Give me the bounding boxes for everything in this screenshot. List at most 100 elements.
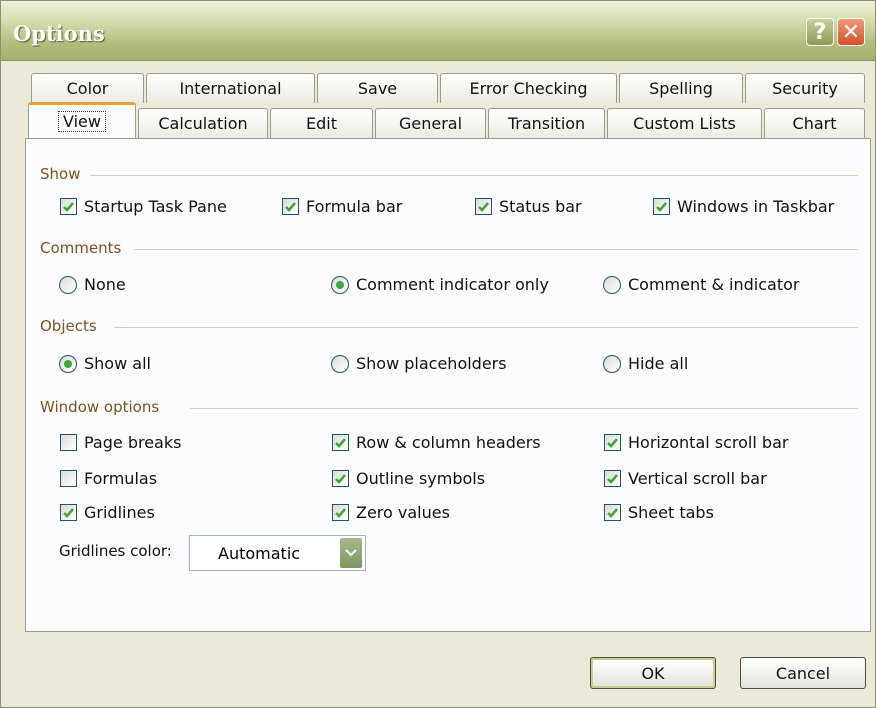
tab-label: Calculation	[158, 114, 248, 133]
section-objects-title: Objects	[40, 317, 97, 335]
checkbox-box	[332, 504, 349, 521]
close-button[interactable]: ✕	[837, 18, 865, 46]
checkbox-outline-symbols[interactable]: Outline symbols	[332, 469, 485, 488]
tab-label: Color	[66, 79, 109, 98]
radio-hide-all[interactable]: Hide all	[603, 354, 688, 373]
radio-circle	[603, 275, 621, 294]
checkbox-label: Page breaks	[84, 433, 182, 452]
tab-view[interactable]: View	[28, 102, 136, 138]
checkmark-icon	[285, 202, 296, 212]
tab-save[interactable]: Save	[317, 73, 438, 103]
tab-international[interactable]: International	[146, 73, 315, 103]
section-divider	[114, 327, 858, 328]
tab-edit[interactable]: Edit	[270, 108, 373, 138]
radio-label: Comment & indicator	[628, 275, 800, 294]
tab-security[interactable]: Security	[745, 73, 865, 103]
checkbox-sheet-tabs[interactable]: Sheet tabs	[604, 503, 714, 522]
checkbox-box	[60, 198, 77, 215]
radio-label: Comment indicator only	[356, 275, 549, 294]
tab-error-checking[interactable]: Error Checking	[440, 73, 617, 103]
radio-label: Show placeholders	[356, 354, 507, 373]
checkbox-box	[604, 434, 621, 451]
checkbox-box	[475, 198, 492, 215]
checkmark-icon	[607, 474, 618, 484]
tab-spelling[interactable]: Spelling	[619, 73, 743, 103]
section-divider	[190, 408, 858, 409]
title-bar[interactable]: Options ? ✕	[1, 1, 875, 61]
radio-dot-icon	[64, 359, 72, 368]
checkmark-icon	[63, 508, 74, 518]
checkbox-box	[604, 470, 621, 487]
radio-comment-indicator-only[interactable]: Comment indicator only	[331, 275, 549, 294]
checkbox-status-bar[interactable]: Status bar	[475, 197, 582, 216]
checkbox-label: Outline symbols	[356, 469, 486, 488]
gridlines-color-select[interactable]: Automatic	[189, 535, 366, 571]
tab-label: International	[179, 79, 282, 98]
tab-general[interactable]: General	[375, 108, 486, 138]
help-button[interactable]: ?	[806, 18, 834, 46]
radio-show-placeholders[interactable]: Show placeholders	[331, 354, 507, 373]
checkbox-box	[653, 198, 670, 215]
tab-transition[interactable]: Transition	[488, 108, 605, 138]
radio-label: Show all	[84, 354, 151, 373]
checkmark-icon	[335, 438, 346, 448]
checkbox-box	[332, 470, 349, 487]
checkbox-box	[604, 504, 621, 521]
radio-comment-and-indicator[interactable]: Comment & indicator	[603, 275, 799, 294]
tab-label: Save	[357, 79, 398, 98]
checkbox-label: Sheet tabs	[628, 503, 714, 522]
checkmark-icon	[63, 202, 74, 212]
checkmark-icon	[607, 508, 618, 518]
view-panel: Show Startup Task Pane Formula bar Statu…	[25, 138, 871, 632]
checkbox-windows-in-taskbar[interactable]: Windows in Taskbar	[653, 197, 834, 216]
options-dialog: Options ? ✕ Color International Save Err…	[0, 0, 876, 708]
radio-show-all[interactable]: Show all	[59, 354, 151, 373]
tab-label: Error Checking	[469, 79, 588, 98]
ok-button[interactable]: OK	[590, 657, 716, 689]
section-show-title: Show	[40, 165, 81, 183]
tab-label: Transition	[507, 114, 586, 133]
tab-custom-lists[interactable]: Custom Lists	[607, 108, 762, 138]
checkbox-vertical-scroll-bar[interactable]: Vertical scroll bar	[604, 469, 767, 488]
checkbox-gridlines[interactable]: Gridlines	[60, 503, 155, 522]
tab-label: Custom Lists	[633, 114, 736, 133]
section-comments-title: Comments	[40, 239, 122, 257]
tab-calculation[interactable]: Calculation	[138, 108, 268, 138]
radio-dot-icon	[336, 280, 344, 289]
cancel-button[interactable]: Cancel	[740, 657, 866, 689]
checkmark-icon	[478, 202, 489, 212]
checkmark-icon	[607, 438, 618, 448]
checkbox-box	[60, 434, 77, 451]
checkbox-label: Formulas	[84, 469, 158, 488]
checkbox-zero-values[interactable]: Zero values	[332, 503, 450, 522]
radio-circle	[603, 354, 621, 373]
section-window-options-title: Window options	[40, 398, 160, 416]
checkbox-row-column-headers[interactable]: Row & column headers	[332, 433, 541, 452]
radio-circle	[331, 275, 349, 294]
radio-label: None	[84, 275, 126, 294]
checkbox-box	[332, 434, 349, 451]
tab-label: View	[58, 111, 106, 132]
checkbox-label: Gridlines	[84, 503, 155, 522]
checkbox-label: Row & column headers	[356, 433, 541, 452]
checkbox-startup-task-pane[interactable]: Startup Task Pane	[60, 197, 227, 216]
tab-color[interactable]: Color	[31, 73, 144, 103]
checkbox-label: Formula bar	[306, 197, 403, 216]
radio-circle	[59, 275, 77, 294]
checkbox-box	[60, 504, 77, 521]
chevron-down-icon[interactable]	[340, 538, 362, 568]
radio-label: Hide all	[628, 354, 689, 373]
checkbox-page-breaks[interactable]: Page breaks	[60, 433, 181, 452]
tab-label: General	[398, 114, 463, 133]
checkbox-formula-bar[interactable]: Formula bar	[282, 197, 402, 216]
checkbox-box	[282, 198, 299, 215]
checkmark-icon	[335, 508, 346, 518]
checkbox-horizontal-scroll-bar[interactable]: Horizontal scroll bar	[604, 433, 788, 452]
checkbox-label: Zero values	[356, 503, 450, 522]
checkbox-label: Vertical scroll bar	[628, 469, 767, 488]
checkbox-formulas[interactable]: Formulas	[60, 469, 157, 488]
radio-comments-none[interactable]: None	[59, 275, 126, 294]
section-divider	[134, 249, 858, 250]
dialog-title: Options	[13, 21, 105, 46]
tab-chart[interactable]: Chart	[764, 108, 865, 138]
